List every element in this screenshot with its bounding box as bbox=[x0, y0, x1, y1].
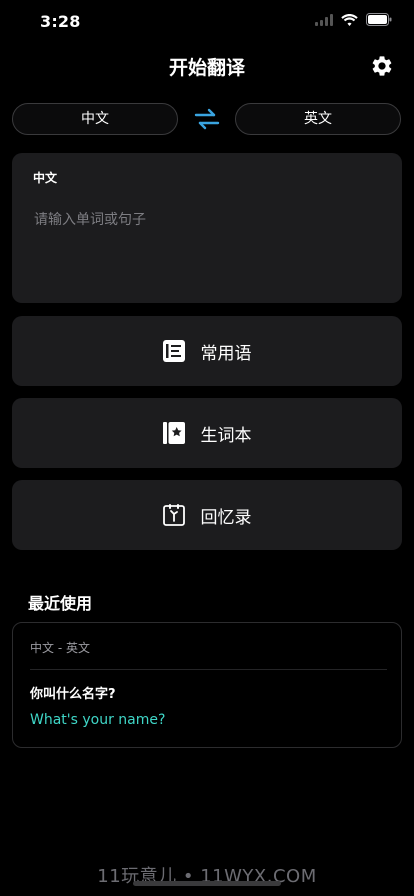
translation-input-card: 中文 bbox=[12, 153, 402, 303]
vocabulary-book-icon bbox=[162, 422, 185, 444]
memoir-button[interactable]: 回忆录 bbox=[12, 480, 402, 550]
status-bar: 3:28 bbox=[0, 0, 414, 46]
phrases-label: 常用语 bbox=[200, 343, 252, 364]
wifi-icon bbox=[341, 13, 358, 26]
settings-gear-icon[interactable] bbox=[370, 54, 394, 78]
status-icons bbox=[315, 13, 392, 26]
memoir-label: 回忆录 bbox=[200, 507, 252, 528]
status-time: 3:28 bbox=[40, 12, 81, 31]
phrases-icon bbox=[162, 340, 185, 362]
recent-translation-item[interactable]: 中文 - 英文 你叫什么名字? What's your name? bbox=[12, 622, 402, 748]
phrases-button[interactable]: 常用语 bbox=[12, 316, 402, 386]
battery-icon bbox=[366, 13, 392, 26]
home-indicator bbox=[133, 881, 281, 886]
input-language-label: 中文 bbox=[33, 171, 58, 185]
recent-language-pair: 中文 - 英文 bbox=[30, 641, 90, 655]
translation-input[interactable] bbox=[32, 207, 386, 291]
vocabulary-book-button[interactable]: 生词本 bbox=[12, 398, 402, 468]
vocabulary-book-label: 生词本 bbox=[200, 425, 252, 446]
source-language-button[interactable]: 中文 bbox=[12, 103, 178, 135]
cellular-signal-icon bbox=[315, 13, 333, 26]
page-title: 开始翻译 bbox=[168, 57, 245, 79]
swap-languages-icon[interactable] bbox=[194, 107, 220, 131]
recent-source-text: 你叫什么名字? bbox=[30, 687, 116, 702]
target-language-button[interactable]: 英文 bbox=[235, 103, 401, 135]
memoir-icon bbox=[162, 504, 185, 526]
recent-translated-text: What's your name? bbox=[30, 712, 166, 728]
recent-section-title: 最近使用 bbox=[28, 594, 93, 613]
divider bbox=[30, 669, 387, 670]
